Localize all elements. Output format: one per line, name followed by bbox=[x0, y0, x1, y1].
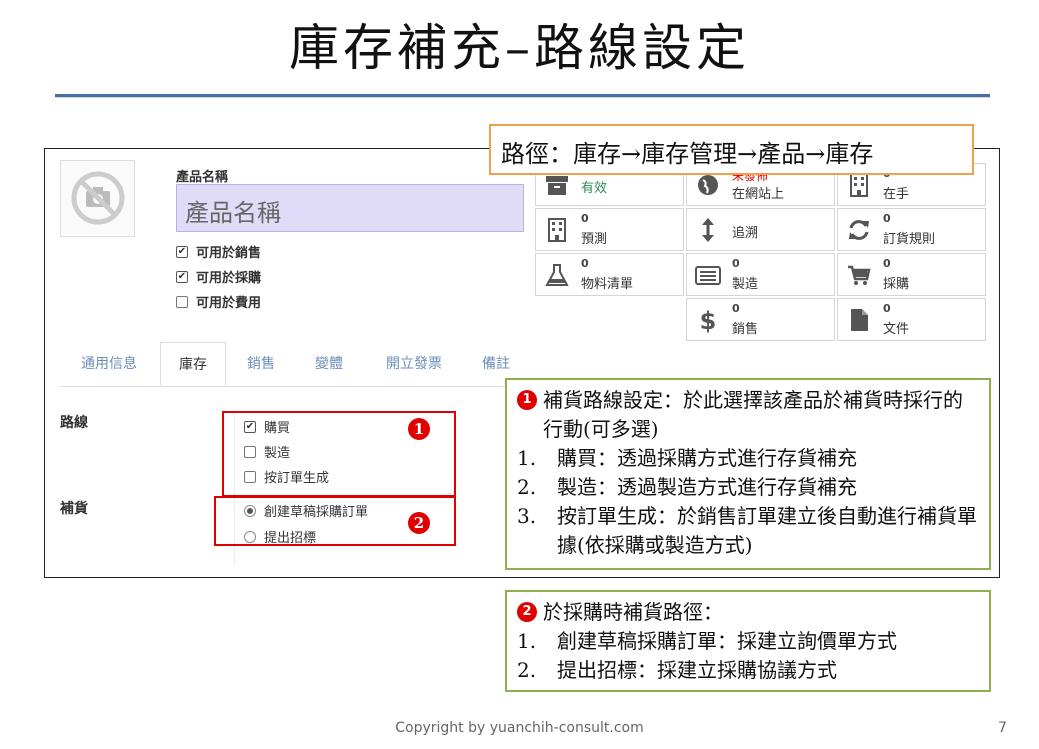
note-purchase-item: 1. 創建草稿採購訂單：採建立詢價單方式 bbox=[517, 629, 897, 653]
reorder-rules-label: 訂貨規則 bbox=[883, 232, 936, 247]
reorder-rules-value: 0 bbox=[883, 212, 891, 225]
traceability-label: 追溯 bbox=[732, 226, 759, 241]
product-image[interactable] bbox=[60, 160, 135, 237]
copyright-footer: Copyright by yuanchih-consult.com bbox=[395, 720, 644, 736]
note-routes-item: 3. 按訂單生成：於銷售訂單建立後自動進行補貨單據(依採購或製造方式) bbox=[517, 504, 977, 557]
routes-label: 路線 bbox=[60, 415, 88, 431]
purchases-value: 0 bbox=[883, 257, 891, 270]
note-badge-1: 1 bbox=[517, 390, 537, 410]
page-number: 7 bbox=[998, 720, 1007, 736]
building-icon bbox=[850, 173, 868, 197]
refresh-icon bbox=[849, 220, 869, 240]
purchases-button[interactable]: 0 採購 bbox=[837, 253, 986, 296]
manufacturing-label: 製造 bbox=[732, 277, 759, 292]
list-icon bbox=[695, 266, 721, 285]
checkbox-checked-icon: ✔ bbox=[176, 245, 188, 258]
tab-inventory[interactable]: 庫存 bbox=[160, 342, 226, 386]
note-routes-title: 補貨路線設定：於此選擇該產品於補貨時採行的行動(可多選) bbox=[543, 388, 963, 441]
note-purchase-item: 2. 提出招標：採建立採購協議方式 bbox=[517, 658, 837, 682]
checkbox-empty-icon bbox=[176, 295, 188, 308]
bom-value: 0 bbox=[581, 257, 589, 270]
note-routes-item: 2. 製造：透過製造方式進行存貨補充 bbox=[517, 475, 857, 499]
building-icon bbox=[548, 218, 566, 242]
expense-ok-label: 可用於費用 bbox=[196, 296, 262, 311]
badge-1: 1 bbox=[408, 418, 430, 440]
active-label: 有效 bbox=[581, 181, 608, 196]
svg-text:$: $ bbox=[700, 307, 717, 333]
tab-variants[interactable]: 變體 bbox=[296, 342, 362, 386]
purchase-ok-checkbox[interactable]: ✔ 可用於採購 bbox=[176, 267, 261, 286]
tab-general-info[interactable]: 通用信息 bbox=[60, 342, 158, 386]
website-label: 在網站上 bbox=[732, 187, 785, 202]
documents-button[interactable]: 0 文件 bbox=[837, 298, 986, 341]
product-tabs: 通用信息 庫存 銷售 變體 開立發票 備註 bbox=[60, 342, 520, 387]
sales-label: 銷售 bbox=[732, 322, 759, 337]
navigation-path-banner: 路徑：庫存→庫存管理→產品→庫存 bbox=[489, 124, 974, 175]
expense-ok-checkbox[interactable]: 可用於費用 bbox=[176, 292, 261, 311]
documents-value: 0 bbox=[883, 302, 891, 315]
sale-ok-label: 可用於銷售 bbox=[196, 246, 262, 261]
globe-icon bbox=[698, 175, 718, 195]
slide-title: 庫存補充–路線設定 bbox=[289, 19, 750, 77]
manufacturing-value: 0 bbox=[732, 257, 740, 270]
traceability-button[interactable]: 追溯 bbox=[686, 208, 835, 251]
on-hand-label: 在手 bbox=[883, 187, 910, 202]
bom-button[interactable]: 0 物料清單 bbox=[535, 253, 684, 296]
forecast-button[interactable]: 0 預測 bbox=[535, 208, 684, 251]
file-icon bbox=[851, 309, 868, 331]
no-camera-icon bbox=[71, 171, 125, 225]
tab-invoicing[interactable]: 開立發票 bbox=[364, 342, 464, 386]
updown-arrow-icon bbox=[702, 218, 714, 242]
replenish-label: 補貨 bbox=[60, 501, 88, 517]
purchase-ok-label: 可用於採購 bbox=[196, 271, 262, 286]
bom-label: 物料清單 bbox=[581, 277, 634, 292]
dollar-icon: $ bbox=[700, 307, 717, 333]
product-name-input[interactable]: 產品名稱 bbox=[176, 184, 524, 232]
sales-button[interactable]: $ 0 銷售 bbox=[686, 298, 835, 341]
sales-value: 0 bbox=[732, 302, 740, 315]
tab-sales[interactable]: 銷售 bbox=[228, 342, 294, 386]
note-badge-2: 2 bbox=[517, 602, 537, 622]
forecast-label: 預測 bbox=[581, 232, 608, 247]
note-routes: 1 補貨路線設定：於此選擇該產品於補貨時採行的行動(可多選) 1. 購買：透過採購… bbox=[505, 378, 991, 570]
flask-icon bbox=[545, 264, 569, 286]
product-name-label: 產品名稱 bbox=[176, 170, 229, 185]
checkbox-checked-icon: ✔ bbox=[176, 270, 188, 283]
reorder-rules-button[interactable]: 0 訂貨規則 bbox=[837, 208, 986, 251]
note-purchase-path: 2 於採購時補貨路徑： 1. 創建草稿採購訂單：採建立詢價單方式 2. 提出招標：採… bbox=[505, 590, 991, 692]
purchases-label: 採購 bbox=[883, 277, 910, 292]
sale-ok-checkbox[interactable]: ✔ 可用於銷售 bbox=[176, 242, 261, 261]
note-routes-item: 1. 購買：透過採購方式進行存貨補充 bbox=[517, 446, 857, 470]
cart-icon bbox=[848, 265, 871, 285]
smart-buttons: 有效 未發佈 在網站上 0 在手 0 預測 追溯 0 訂貨規則 0 物料清單 0… bbox=[535, 163, 986, 343]
forecast-value: 0 bbox=[581, 212, 589, 225]
note-purchase-title: 於採購時補貨路徑： bbox=[543, 600, 723, 624]
documents-label: 文件 bbox=[883, 322, 910, 337]
badge-2: 2 bbox=[408, 512, 430, 534]
manufacturing-button[interactable]: 0 製造 bbox=[686, 253, 835, 296]
archive-icon bbox=[546, 176, 568, 195]
title-divider-shadow bbox=[55, 97, 990, 98]
